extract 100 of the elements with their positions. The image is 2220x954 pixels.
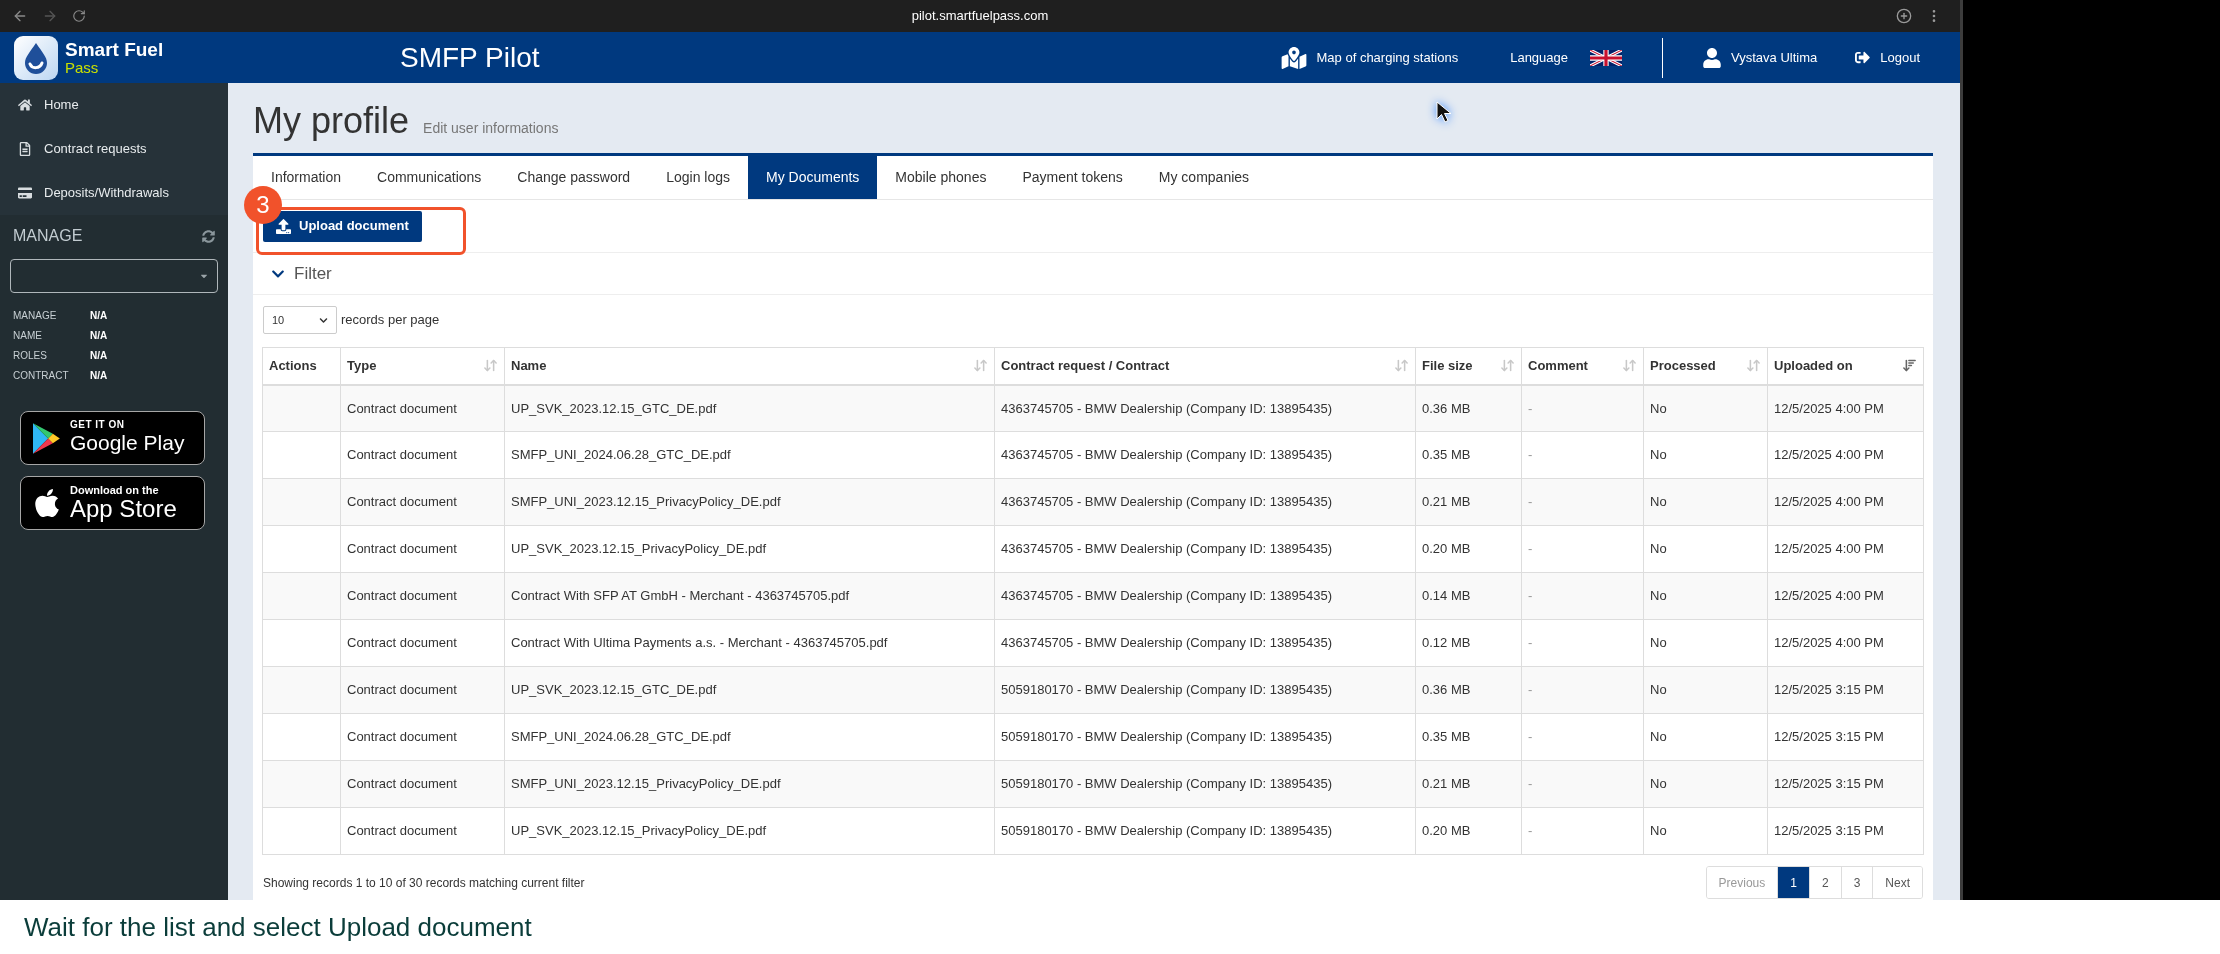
table-cell: Contract With SFP AT GmbH - Merchant - 4363745705.pdf (504, 572, 995, 620)
brand-name: Smart Fuel (65, 40, 164, 60)
add-icon[interactable] (1896, 8, 1912, 24)
info-value: N/A (90, 328, 108, 343)
column-header[interactable]: Actions (262, 347, 341, 385)
column-header[interactable]: Type (340, 347, 505, 385)
table-cell: SMFP_UNI_2024.06.28_GTC_DE.pdf (504, 713, 995, 761)
column-header[interactable]: Processed (1643, 347, 1768, 385)
table-cell: 12/5/2025 4:00 PM (1767, 619, 1924, 667)
table-cell: No (1643, 525, 1768, 573)
step-marker: 3 (244, 186, 282, 224)
table-cell: 5059180170 - BMW Dealership (Company ID: 13895435) (994, 713, 1416, 761)
sidebar-item[interactable]: Contract requests (0, 127, 228, 171)
upload-icon (276, 218, 291, 234)
table-cell: No (1643, 619, 1768, 667)
store-badge[interactable]: GET IT ON Google Play (20, 411, 205, 465)
table-cell: - (1521, 666, 1644, 714)
table-cell: 12/5/2025 3:15 PM (1767, 760, 1924, 808)
map-link[interactable]: Map of charging stations (1280, 46, 1459, 69)
table-cell: 5059180170 - BMW Dealership (Company ID: 13895435) (994, 760, 1416, 808)
logout-button[interactable]: Logout (1855, 47, 1920, 68)
column-header[interactable]: Uploaded on (1767, 347, 1924, 385)
sidebar-item[interactable]: Home (0, 83, 228, 127)
sidebar-item[interactable]: Deposits/Withdrawals (0, 171, 228, 215)
table-cell: 12/5/2025 4:00 PM (1767, 431, 1924, 479)
home-icon (18, 98, 32, 112)
table-cell: 0.36 MB (1415, 666, 1522, 714)
table-cell: UP_SVK_2023.12.15_PrivacyPolicy_DE.pdf (504, 807, 995, 855)
language-label: Language (1510, 48, 1568, 67)
reload-icon[interactable] (72, 9, 86, 23)
table-cell: 5059180170 - BMW Dealership (Company ID: 13895435) (994, 666, 1416, 714)
chevron-down-icon (319, 315, 328, 325)
logo-icon (14, 35, 58, 80)
table-cell: Contract document (340, 431, 505, 479)
column-header[interactable]: Comment (1521, 347, 1644, 385)
filter-toggle[interactable]: Filter (271, 260, 332, 287)
table-cell: 12/5/2025 3:15 PM (1767, 713, 1924, 761)
info-value: N/A (90, 368, 108, 383)
pagination-link[interactable]: Next (1872, 867, 1922, 898)
sort-icon (483, 358, 498, 374)
table-cell: No (1643, 760, 1768, 808)
logout-icon (1855, 50, 1871, 65)
table-cell: 12/5/2025 3:15 PM (1767, 807, 1924, 855)
page-size-select[interactable]: 10 (263, 306, 337, 334)
table-cell: 0.35 MB (1415, 713, 1522, 761)
table-cell: UP_SVK_2023.12.15_PrivacyPolicy_DE.pdf (504, 525, 995, 573)
table-cell: 0.12 MB (1415, 619, 1522, 667)
column-header[interactable]: File size (1415, 347, 1522, 385)
table-cell: No (1643, 713, 1768, 761)
app-title: SMFP Pilot (400, 40, 540, 75)
table-cell: - (1521, 431, 1644, 479)
table-cell: 4363745705 - BMW Dealership (Company ID: 13895435) (994, 525, 1416, 573)
table-cell: - (1521, 760, 1644, 808)
table-cell: - (1521, 572, 1644, 620)
pagination-link[interactable]: 1 (1777, 867, 1809, 898)
column-header[interactable]: Name (504, 347, 995, 385)
table-cell: 0.20 MB (1415, 807, 1522, 855)
store-badge[interactable]: Download on the App Store (20, 476, 205, 530)
sort-icon (1746, 358, 1761, 374)
table-cell: 12/5/2025 3:15 PM (1767, 666, 1924, 714)
info-label: NAME (13, 328, 43, 343)
table-cell: Contract document (340, 760, 505, 808)
table-cell: 4363745705 - BMW Dealership (Company ID: 13895435) (994, 431, 1416, 479)
table-cell: 4363745705 - BMW Dealership (Company ID: 13895435) (994, 478, 1416, 526)
table-cell: Contract document (340, 713, 505, 761)
play-store-icon (33, 422, 61, 454)
table-cell: No (1643, 572, 1768, 620)
table-cell: Contract document (340, 478, 505, 526)
column-header[interactable]: Contract request / Contract (994, 347, 1416, 385)
manage-select[interactable] (10, 259, 218, 293)
back-icon[interactable] (12, 8, 28, 24)
table-cell: SMFP_UNI_2023.12.15_PrivacyPolicy_DE.pdf (504, 478, 995, 526)
table-cell: Contract document (340, 807, 505, 855)
table-cell: 12/5/2025 4:00 PM (1767, 384, 1924, 432)
table-cell: - (1521, 807, 1644, 855)
table-cell: No (1643, 807, 1768, 855)
refresh-icon[interactable] (202, 229, 215, 243)
tab[interactable]: My Documents (748, 156, 878, 199)
apple-icon (33, 487, 61, 519)
table-cell: - (1521, 384, 1644, 432)
records-per-page-label: records per page (341, 311, 440, 330)
sort-descending-icon (1902, 358, 1917, 374)
sort-icon (1622, 358, 1637, 374)
info-label: CONTRACT (13, 368, 70, 383)
user-menu[interactable]: Vystava Ultima (1703, 47, 1818, 68)
flag-icon[interactable] (1590, 49, 1622, 66)
table-cell: 0.36 MB (1415, 384, 1522, 432)
map-icon (1280, 46, 1307, 69)
cursor-icon (1436, 101, 1454, 123)
table-cell: Contract document (340, 666, 505, 714)
table-cell: 4363745705 - BMW Dealership (Company ID: 13895435) (994, 384, 1416, 432)
table-cell: 0.14 MB (1415, 572, 1522, 620)
brand-subtitle: Pass (65, 60, 100, 75)
table-cell: 4363745705 - BMW Dealership (Company ID: 13895435) (994, 619, 1416, 667)
section-heading: MANAGE (13, 226, 83, 246)
table-cell: No (1643, 478, 1768, 526)
table-cell: 0.35 MB (1415, 431, 1522, 479)
sort-icon (1394, 358, 1409, 374)
address-bar[interactable]: pilot.smartfuelpass.com (911, 6, 1049, 26)
page-subtitle: Edit user informations (423, 119, 559, 138)
